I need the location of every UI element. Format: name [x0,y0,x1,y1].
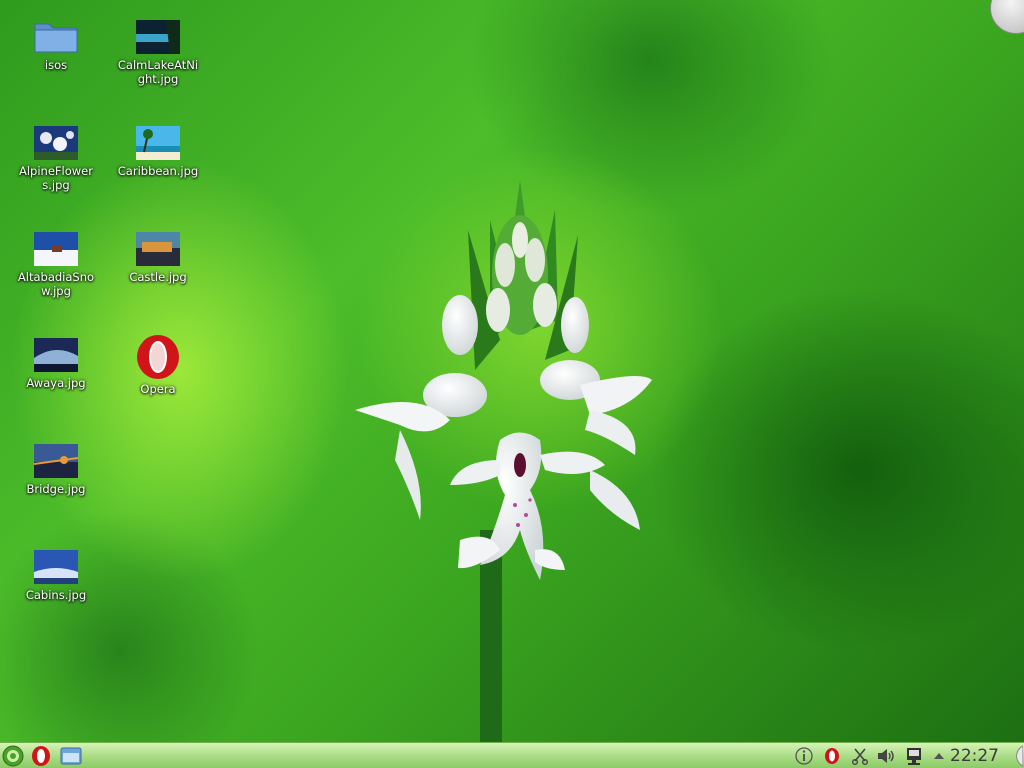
desktop-icon-cabins[interactable]: Cabins.jpg [15,550,97,602]
image-thumbnail-icon [34,338,78,372]
image-thumbnail-icon [136,126,180,160]
volume-icon [878,749,894,763]
desktop-icon-calmlakeatnight[interactable]: CalmLakeAtNight.jpg [117,20,199,86]
opera-tray-icon [825,748,839,764]
desktop-icon-label: Awaya.jpg [26,376,86,390]
desktop-icon-isos[interactable]: isos [15,20,97,72]
desktop-icon-castle[interactable]: Castle.jpg [117,232,199,284]
desktop-icon-label: Opera [140,382,176,396]
network-icon [907,748,921,765]
network-tray-button[interactable] [903,746,925,766]
desktop-icon-label: CalmLakeAtNight.jpg [117,58,199,86]
image-thumbnail-icon [34,126,78,160]
kde-menu-button[interactable] [1,745,25,767]
image-thumbnail-icon [34,444,78,478]
taskbar-panel: 22:27 [0,742,1024,768]
desktop-icon-label: AlpineFlowers.jpg [19,164,93,192]
scissors-icon [852,748,868,765]
panel-toolbox-icon [1016,745,1023,767]
desktop[interactable]: isos AlpineFlowers.jpg AltabadiaSnow.jpg… [0,0,1024,750]
desktop-icon-alpineflowers[interactable]: AlpineFlowers.jpg [15,126,97,192]
desktop-icon-opera[interactable]: Opera [117,334,199,396]
image-thumbnail-icon [136,232,180,266]
show-hidden-icons-button[interactable] [931,746,947,766]
file-manager-launcher-button[interactable] [59,745,83,767]
desktop-icon-label: Caribbean.jpg [117,164,199,178]
desktop-icon-label: Cabins.jpg [25,588,87,602]
image-thumbnail-icon [34,232,78,266]
desktop-icon-label: AltabadiaSnow.jpg [17,270,95,298]
info-tray-button[interactable] [794,746,814,766]
opera-icon [32,746,50,766]
clipboard-tray-button[interactable] [850,746,870,766]
desktop-icon-bridge[interactable]: Bridge.jpg [15,444,97,496]
plasma-toolbox-button[interactable] [990,0,1024,34]
image-thumbnail-icon [136,20,180,54]
volume-tray-button[interactable] [875,746,897,766]
opera-tray-button[interactable] [822,746,842,766]
info-icon [795,747,813,765]
image-thumbnail-icon [34,550,78,584]
folder-icon [34,23,78,53]
desktop-icon-label: Castle.jpg [129,270,187,284]
wallpaper-flower [355,180,652,750]
kde-menu-icon [2,745,24,767]
desktop-icon-label: Bridge.jpg [26,482,86,496]
desktop-icon-label: isos [44,58,68,72]
arrow-up-icon [934,753,944,759]
opera-launcher-button[interactable] [30,745,52,767]
file-manager-icon [60,747,82,765]
digital-clock[interactable]: 22:27 [950,746,999,766]
desktop-icon-awaya[interactable]: Awaya.jpg [15,338,97,390]
opera-icon [137,335,179,379]
panel-toolbox-button[interactable] [1004,745,1024,767]
desktop-icon-altabadiasnow[interactable]: AltabadiaSnow.jpg [15,232,97,298]
desktop-icon-caribbean[interactable]: Caribbean.jpg [117,126,199,178]
